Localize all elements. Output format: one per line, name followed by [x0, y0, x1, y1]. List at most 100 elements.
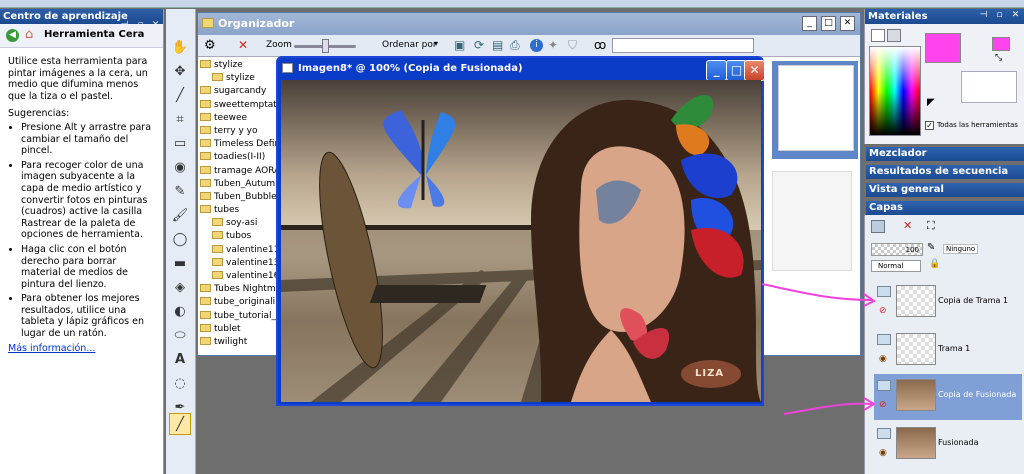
- materials-panel: Materiales ⊣ ▫ ✕ ⤡ ◤ ✓ Todas las herrami…: [864, 9, 1024, 144]
- folder-label: sweettemptation: [214, 99, 276, 110]
- layer-hidden-icon[interactable]: ⊘: [879, 400, 887, 410]
- folder-label: valentine11: [226, 244, 276, 255]
- shape-tool-icon[interactable]: ⬭: [169, 325, 191, 347]
- chevron-down-icon[interactable]: ▾: [434, 39, 438, 48]
- folder-item[interactable]: tubes: [200, 204, 276, 217]
- history-panel-header[interactable]: Resultados de secuencia: [866, 165, 1024, 179]
- info-icon[interactable]: i: [530, 39, 543, 52]
- mask-icon[interactable]: ⛶: [927, 219, 935, 233]
- home-icon[interactable]: ⌂: [25, 27, 33, 42]
- folder-icon: [200, 205, 211, 214]
- pan-tool-icon[interactable]: ✋: [169, 37, 191, 59]
- image-canvas[interactable]: LIZA: [281, 80, 761, 402]
- eye-icon[interactable]: ◉: [879, 448, 887, 458]
- folder-item[interactable]: valentine13: [200, 257, 276, 270]
- gradient-tool-icon[interactable]: ◐: [169, 301, 191, 323]
- glasses-icon[interactable]: ꝏ: [594, 38, 606, 52]
- default-colors-icon[interactable]: ◤: [927, 97, 935, 108]
- texture-box[interactable]: [961, 71, 1017, 103]
- layer-row[interactable]: ⊘ Copia de Trama 1: [874, 280, 1022, 328]
- folder-item[interactable]: tubos: [200, 230, 276, 243]
- lock-icon[interactable]: 🔒: [929, 259, 940, 269]
- folder-tree: stylize stylize sugarcandy sweettemptation t…: [200, 59, 276, 349]
- more-info-link[interactable]: Más información...: [8, 343, 95, 354]
- folder-item[interactable]: soy-asi: [200, 217, 276, 230]
- overview-panel-header[interactable]: Vista general: [866, 183, 1024, 197]
- refresh-icon[interactable]: ⟳: [474, 38, 484, 52]
- brush-tool-icon[interactable]: 🖌: [169, 205, 191, 227]
- fill-tool-icon[interactable]: ◈: [169, 277, 191, 299]
- selection-tool-icon[interactable]: ▭: [169, 133, 191, 155]
- folder-item[interactable]: sweettemptation: [200, 99, 276, 112]
- all-tools-checkbox[interactable]: ✓: [925, 121, 934, 130]
- shield-icon[interactable]: ⛉: [568, 38, 577, 53]
- layer-row-selected[interactable]: ⊘ Copia de Fusionada: [874, 374, 1022, 420]
- retouch-tool-icon[interactable]: ◯: [169, 229, 191, 251]
- swap-colors-icon[interactable]: ⤡: [995, 53, 1002, 63]
- zoom-slider-thumb[interactable]: [322, 39, 329, 53]
- folder-item[interactable]: teewee: [200, 112, 276, 125]
- dropper-tool-icon[interactable]: ╱: [169, 85, 191, 107]
- sort-by-dropdown[interactable]: Ordenar por: [382, 40, 437, 50]
- layer-row[interactable]: ◉ Fusionada: [874, 422, 1022, 465]
- layers-panel-header[interactable]: Capas: [866, 201, 1024, 215]
- folder-item[interactable]: stylize: [200, 59, 276, 72]
- folder-item[interactable]: tube_originali: [200, 296, 276, 309]
- folder-item[interactable]: Tubes Nightmare: [200, 283, 276, 296]
- learning-nav: ◀ ⌂ Herramienta Cera: [0, 24, 163, 48]
- text-tool-icon[interactable]: A: [169, 349, 191, 371]
- preset-shape-tool-icon[interactable]: ◌: [169, 373, 191, 395]
- delete-icon[interactable]: ✕: [238, 38, 248, 52]
- eraser-tool-icon[interactable]: ▬: [169, 253, 191, 275]
- folder-item[interactable]: Tuben_AutumnM: [200, 178, 276, 191]
- monitor-icon[interactable]: ▤: [492, 38, 503, 52]
- close-icon[interactable]: ✕: [1009, 9, 1022, 21]
- folder-item[interactable]: sugarcandy: [200, 85, 276, 98]
- blend-icon[interactable]: ✎: [927, 242, 935, 253]
- crayon-tool-icon[interactable]: ╱: [169, 413, 191, 435]
- foreground-color-swatch[interactable]: [925, 33, 961, 63]
- layer-hidden-icon[interactable]: ⊘: [879, 306, 887, 316]
- background-color-swatch[interactable]: [992, 37, 1010, 51]
- redeye-tool-icon[interactable]: ◉: [169, 157, 191, 179]
- star-icon[interactable]: ✦: [548, 38, 558, 52]
- restore-icon[interactable]: ▫: [993, 9, 1006, 21]
- folder-item[interactable]: tube_tutorial_na: [200, 310, 276, 323]
- gear-icon[interactable]: ⚙: [204, 38, 216, 53]
- eye-icon[interactable]: ◉: [879, 354, 887, 364]
- blend-mode-value: Normal: [878, 262, 904, 270]
- folder-label: stylize: [226, 73, 255, 84]
- folder-item[interactable]: Tuben_BubbleDr: [200, 191, 276, 204]
- folder-item[interactable]: Timeless Definition: [200, 138, 276, 151]
- back-icon[interactable]: ◀: [6, 29, 19, 42]
- folder-item[interactable]: twilight: [200, 336, 276, 349]
- folder-icon: [212, 231, 223, 240]
- folder-item[interactable]: tublet: [200, 323, 276, 336]
- image-window: Imagen8* @ 100% (Copia de Fusionada) _ □…: [276, 56, 765, 406]
- clone-tool-icon[interactable]: ✎: [169, 181, 191, 203]
- search-input[interactable]: [612, 38, 754, 53]
- print-icon[interactable]: ⎙: [510, 38, 520, 53]
- browse-icon[interactable]: ▣: [454, 38, 465, 52]
- pin-icon[interactable]: ⊣: [977, 9, 990, 21]
- blend-ranges-label: Ninguno: [943, 244, 979, 254]
- folder-item[interactable]: valentine16: [200, 270, 276, 283]
- crop-tool-icon[interactable]: ⌗: [169, 109, 191, 131]
- folder-item[interactable]: toadies(I-II): [200, 151, 276, 164]
- delete-layer-icon[interactable]: ✕: [903, 219, 912, 232]
- butterfly-blue: [383, 110, 456, 209]
- folder-item[interactable]: tramage AORA: [200, 165, 276, 178]
- mixer-panel-header[interactable]: Mezclador: [866, 147, 1024, 161]
- minimize-button[interactable]: _: [706, 60, 727, 81]
- folder-item[interactable]: terry y yo: [200, 125, 276, 138]
- folder-icon: [212, 271, 223, 279]
- layer-row[interactable]: ◉ Trama 1: [874, 328, 1022, 371]
- swatch-tab-icon[interactable]: [887, 29, 901, 42]
- image-icon: [282, 63, 293, 73]
- folder-label: tube_tutorial_na: [214, 310, 276, 321]
- folder-item[interactable]: valentine11: [200, 244, 276, 257]
- folder-item[interactable]: stylize: [200, 72, 276, 85]
- artwork: [281, 94, 761, 402]
- folder-label: terry y yo: [214, 125, 258, 136]
- move-tool-icon[interactable]: ✥: [169, 61, 191, 83]
